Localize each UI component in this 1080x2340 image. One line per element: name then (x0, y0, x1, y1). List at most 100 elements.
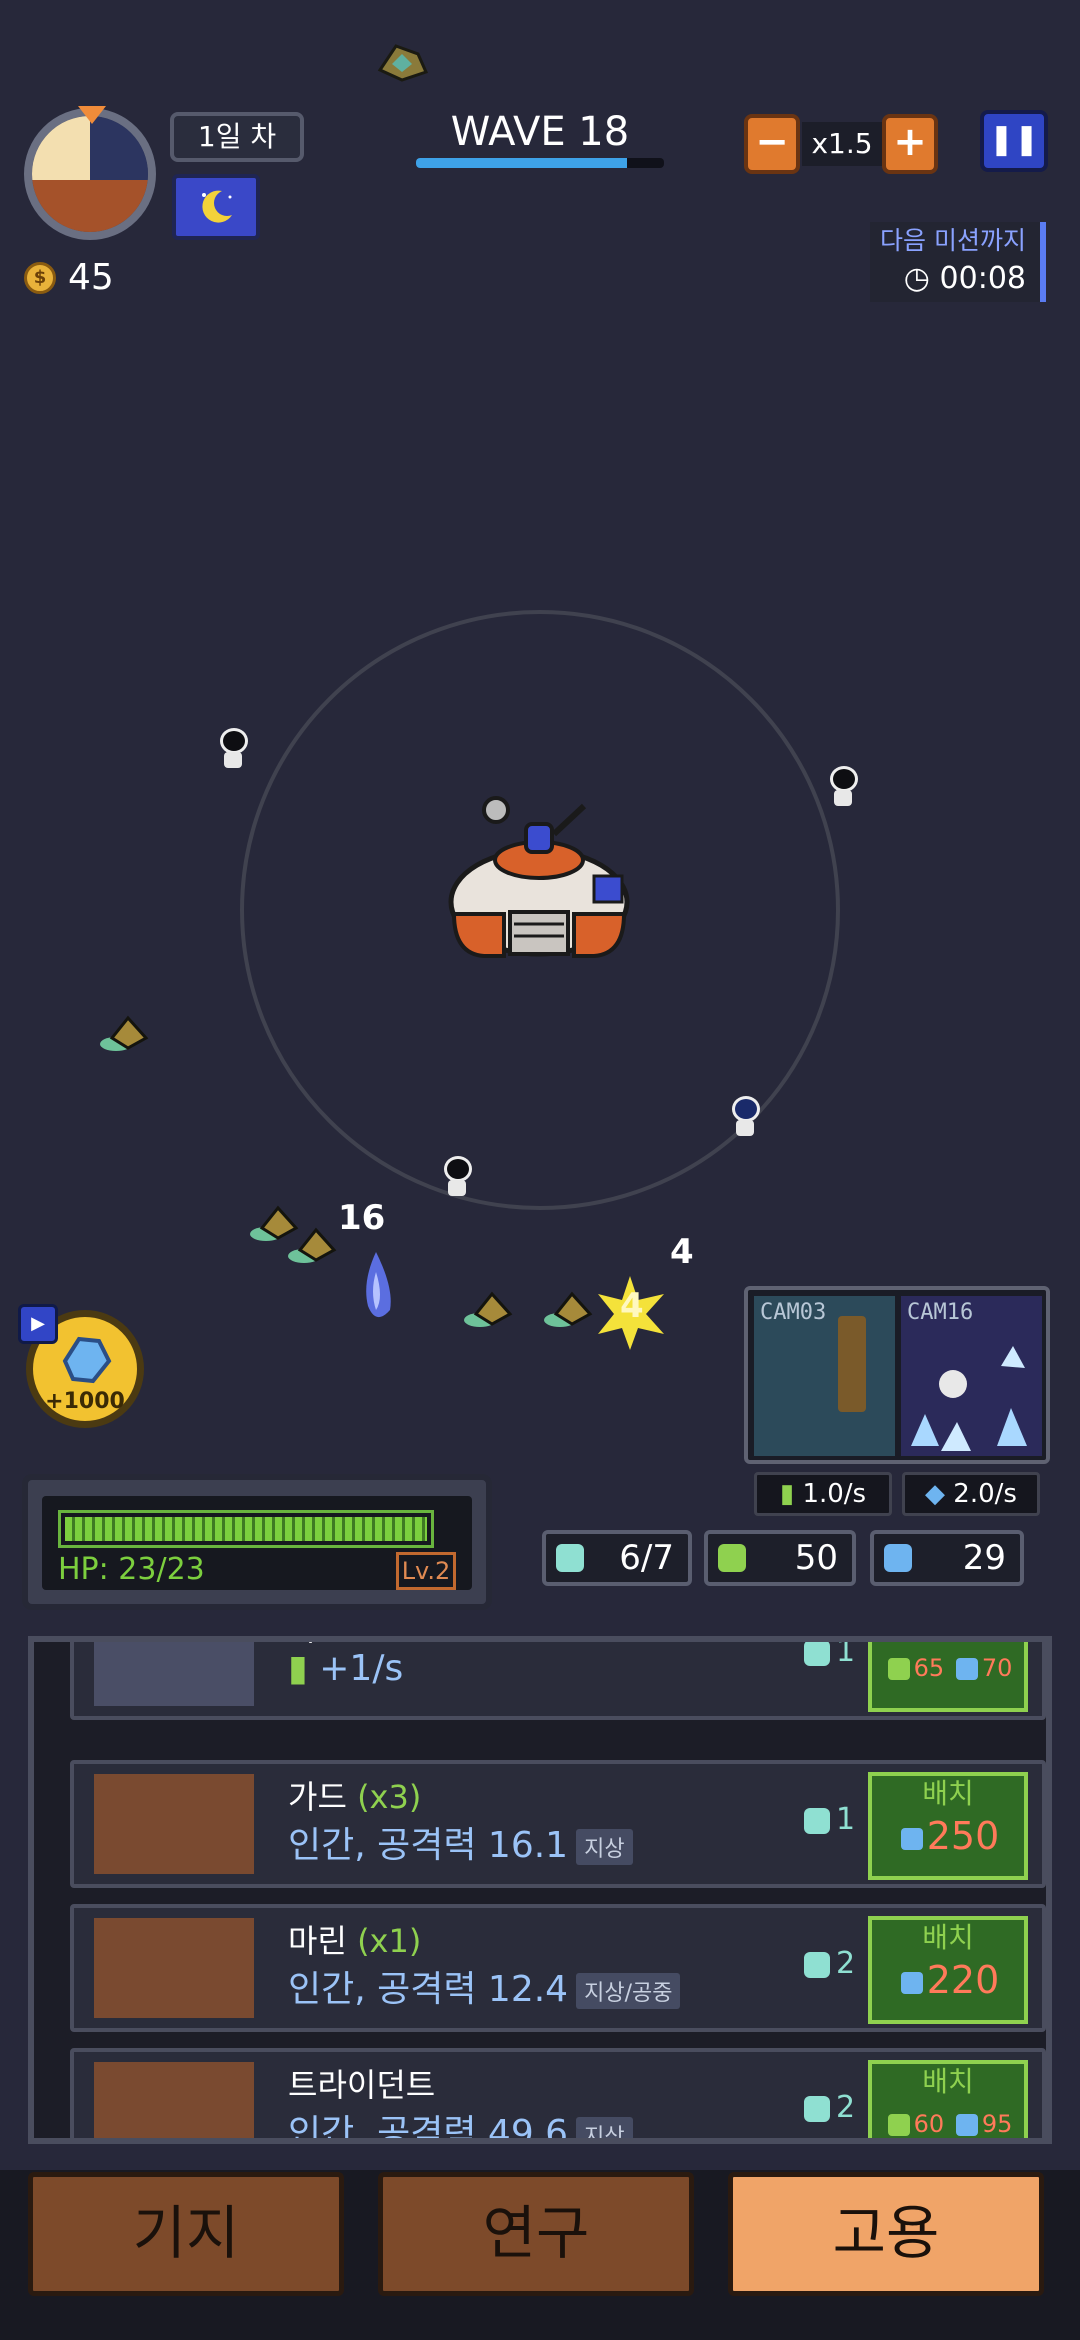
unit-stat: 인간, 공격력 16.1 (288, 1825, 569, 1866)
speed-decrease-button[interactable]: − (744, 114, 800, 174)
list-item[interactable]: 가드 MCV ▮ +1/s 1 배치 65 70 (70, 1642, 1046, 1720)
dial-pointer-icon (78, 106, 106, 124)
game-speed-control: − x1.5 + (744, 114, 938, 174)
unit-pop-cost: 1 (836, 1802, 856, 1837)
mineral-cost: 70 (981, 1654, 1013, 1682)
cam-feed-mineral[interactable]: CAM16 (901, 1296, 1042, 1456)
population-icon (804, 1951, 830, 1978)
wave-title: WAVE 18 (450, 109, 630, 155)
hp-text: HP: 23/23 (58, 1552, 205, 1587)
list-item[interactable]: 트라이던트 인간, 공격력 49.6 지상 2 배치 60 95 (70, 2048, 1046, 2144)
deploy-label: 배치 (872, 1642, 1024, 1644)
camera-panel[interactable]: CAM03 CAM16 (744, 1286, 1050, 1464)
unit-tag: 지상 (576, 2117, 633, 2138)
next-mission-label: 다음 미션까지 (880, 226, 1026, 255)
cam-feed-gas[interactable]: CAM03 (754, 1296, 895, 1456)
deploy-label: 배치 (922, 1777, 974, 1810)
deploy-button[interactable]: 배치 250 (868, 1772, 1028, 1880)
population-icon (804, 1642, 830, 1666)
damage-number: 4 (670, 1232, 694, 1272)
mineral-icon (900, 1971, 923, 1994)
mineral-chunk-icon (372, 40, 432, 88)
deploy-label: 배치 (922, 2065, 974, 2098)
pause-button[interactable]: ❚❚ (980, 110, 1048, 172)
gas-icon: ▮ (288, 1648, 308, 1689)
cam-label: CAM03 (760, 1300, 827, 1325)
base-hp-panel: HP: 23/23 Lv.2 (22, 1474, 492, 1610)
mineral-cost: 95 (981, 2110, 1013, 2138)
list-item[interactable]: 가드 (x3) 인간, 공격력 16.1 지상 1 배치 250 (70, 1760, 1046, 1888)
next-mission-panel[interactable]: 다음 미션까지 ◷ 00:08 (870, 222, 1046, 302)
unit-name: 가드 (288, 1778, 347, 1816)
gas-cost: 60 (913, 2110, 945, 2138)
ad-bonus-label: +1000 (45, 1389, 125, 1414)
unit-name: 트라이던트 (288, 2066, 436, 2104)
unit-portrait (94, 1642, 254, 1706)
mineral-cost: 250 (926, 1814, 1000, 1858)
gas-icon: ▮ (779, 1479, 795, 1509)
base-level: Lv.2 (396, 1552, 456, 1590)
mineral-rate: ◆ 2.0/s (902, 1472, 1040, 1516)
deploy-button[interactable]: 배치 60 95 (868, 2060, 1028, 2138)
nav-research-button[interactable]: 연구 (378, 2172, 694, 2296)
mineral-icon (955, 1658, 978, 1680)
gas-extractor-icon (838, 1316, 866, 1412)
gas-icon (887, 1658, 910, 1680)
crystal-field-icon (911, 1346, 1027, 1451)
guard-unit (824, 766, 860, 806)
nav-base-button[interactable]: 기지 (28, 2172, 344, 2296)
blue-flame-effect-icon (354, 1248, 398, 1332)
alien-enemy-icon (98, 1014, 154, 1054)
population-icon (804, 1807, 830, 1834)
nav-hire-button[interactable]: 고용 (728, 2172, 1044, 2296)
ad-play-icon: ▶ (18, 1304, 58, 1344)
unit-portrait (94, 2062, 254, 2138)
unit-stat: +1/s (319, 1648, 404, 1689)
guard-unit (438, 1156, 474, 1196)
list-item[interactable]: 마린 (x1) 인간, 공격력 12.4 지상/공중 2 배치 220 (70, 1904, 1046, 2032)
damage-number: 4 (620, 1286, 644, 1326)
speed-value: x1.5 (802, 122, 882, 166)
unit-multiplier: (x3) (357, 1778, 422, 1816)
population-icon (804, 2095, 830, 2122)
mineral-icon (884, 1544, 912, 1572)
unit-stat: 인간, 공격력 12.4 (288, 1969, 569, 2010)
mineral-icon (900, 1827, 923, 1850)
unit-stat: 인간, 공격력 49.6 (288, 2113, 569, 2144)
unit-multiplier: (x1) (357, 1922, 422, 1960)
deploy-button[interactable]: 배치 220 (868, 1916, 1028, 2024)
wave-progress-fill (416, 158, 627, 168)
gas-icon (718, 1544, 746, 1572)
deploy-label: 배치 (922, 1921, 974, 1954)
damage-number: 16 (338, 1198, 386, 1238)
day-night-dial (24, 108, 156, 240)
population-icon (556, 1544, 584, 1572)
wave-progress-bar (416, 158, 664, 168)
coin-icon: $ (24, 262, 56, 294)
unit-tag: 지상 (576, 1829, 633, 1865)
alien-enemy-icon (286, 1226, 342, 1266)
population-counter: 6/7 (542, 1530, 692, 1586)
hire-unit-list[interactable]: 가드 MCV ▮ +1/s 1 배치 65 70 가드 (x3) 인간, 공격력… (28, 1636, 1052, 2144)
gas-icon (887, 2114, 910, 2136)
unit-name: 마린 (288, 1922, 347, 1960)
guard-unit (214, 728, 250, 768)
unit-name: 가드 MCV (288, 1642, 429, 1648)
mineral-counter: 29 (870, 1530, 1024, 1586)
day-counter: 1일 차 (170, 112, 304, 162)
night-moon-icon (172, 174, 260, 240)
command-base[interactable] (444, 794, 634, 964)
hp-bar-fill (65, 1517, 427, 1541)
hp-bar (58, 1510, 434, 1548)
clock-icon: ◷ (903, 261, 930, 296)
gas-counter: 50 (704, 1530, 856, 1586)
mineral-icon: ◆ (925, 1479, 946, 1509)
unit-tag: 지상/공중 (576, 1973, 681, 2009)
mineral-cost: 220 (926, 1958, 1000, 2002)
deploy-button[interactable]: 배치 65 70 (868, 1642, 1028, 1712)
speed-increase-button[interactable]: + (882, 114, 938, 174)
mineral-icon (955, 2114, 978, 2136)
unit-portrait (94, 1774, 254, 1874)
alien-enemy-icon (462, 1290, 518, 1330)
mineral-crystal-icon (62, 1336, 112, 1384)
